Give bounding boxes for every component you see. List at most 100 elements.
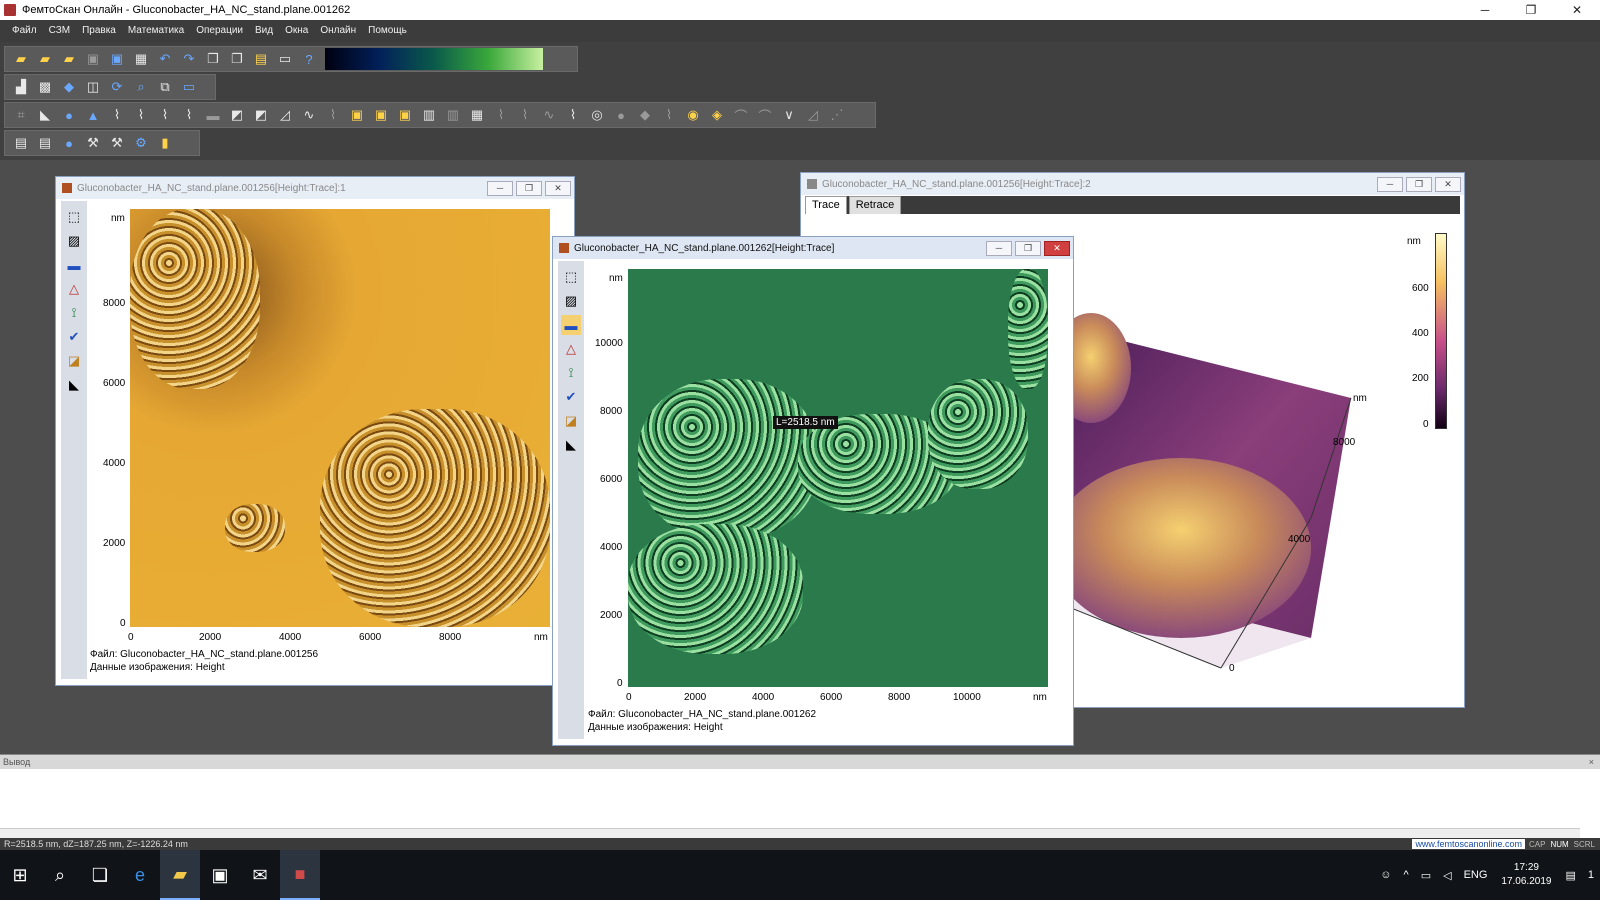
windows-icon[interactable]: ⧉	[154, 77, 176, 97]
store-icon[interactable]: ▣	[200, 850, 240, 900]
volume-icon[interactable]: ◁	[1443, 869, 1451, 882]
tool32-icon[interactable]: ⌒	[754, 105, 776, 125]
minimize-button[interactable]: ─	[1462, 0, 1508, 20]
distance-measurement-label[interactable]: L=2518.5 nm	[773, 416, 838, 429]
task-view-icon[interactable]: ❏	[80, 850, 120, 900]
wave-icon[interactable]: ∿	[298, 105, 320, 125]
tool35-icon[interactable]: ⋰	[826, 105, 848, 125]
histogram-icon[interactable]: ▟	[10, 77, 32, 97]
undo-icon[interactable]: ↶	[154, 49, 176, 69]
tool7-icon[interactable]: ⌇	[154, 105, 176, 125]
tool30-icon[interactable]: ◈	[706, 105, 728, 125]
window-3d-titlebar[interactable]: Gluconobacter_HA_NC_stand.plane.001256[H…	[801, 173, 1464, 195]
refresh-icon[interactable]: ⟳	[106, 77, 128, 97]
close-button[interactable]: ✕	[1554, 0, 1600, 20]
doc-icon[interactable]: ▤	[10, 133, 32, 153]
menu-view[interactable]: Вид	[249, 20, 279, 42]
menu-file[interactable]: Файл	[6, 20, 43, 42]
line-profile-icon[interactable]: ▬	[561, 315, 581, 335]
window-2-close-button[interactable]: ✕	[1044, 240, 1070, 256]
tool34-icon[interactable]: ◿	[802, 105, 824, 125]
tool4-misc-icon[interactable]: ⚒	[82, 133, 104, 153]
redo-icon[interactable]: ↷	[178, 49, 200, 69]
tool8-icon[interactable]: ⌇	[178, 105, 200, 125]
output-panel-close-icon[interactable]: ×	[1589, 757, 1594, 767]
window-2-maximize-button[interactable]: ❐	[1015, 240, 1041, 256]
check-icon[interactable]: ✔	[561, 387, 581, 407]
window-3d-minimize-button[interactable]: ─	[1377, 176, 1403, 192]
palette-gradient[interactable]	[325, 48, 543, 70]
window-1-minimize-button[interactable]: ─	[487, 180, 513, 196]
line-profile-icon[interactable]: ▬	[64, 255, 84, 275]
window-2-minimize-button[interactable]: ─	[986, 240, 1012, 256]
tool22-icon[interactable]: ⌇	[514, 105, 536, 125]
search-icon[interactable]: ⌕	[40, 850, 80, 900]
menu-windows[interactable]: Окна	[279, 20, 314, 42]
save-as-icon[interactable]: ▣	[106, 49, 128, 69]
tool24-icon[interactable]: ⌇	[562, 105, 584, 125]
doc2-icon[interactable]: ▤	[34, 133, 56, 153]
tool11-icon[interactable]: ◩	[250, 105, 272, 125]
tab-retrace[interactable]: Retrace	[848, 196, 902, 214]
tool17-icon[interactable]: ▣	[394, 105, 416, 125]
website-link[interactable]: www.femtoscanonline.com	[1412, 839, 1525, 849]
cube-icon[interactable]: ◆	[58, 77, 80, 97]
clock[interactable]: 17:29 17.06.2019	[1501, 861, 1551, 889]
menu-spm[interactable]: СЗМ	[43, 20, 76, 42]
windows-start-icon[interactable]: ⊞	[0, 850, 40, 900]
image-view-icon[interactable]: ▨	[64, 231, 84, 251]
note-icon[interactable]: ▮	[154, 133, 176, 153]
menu-online[interactable]: Онлайн	[314, 20, 362, 42]
afm-image-2[interactable]: L=2518.5 nm	[628, 269, 1048, 687]
select-rect-icon[interactable]: ⬚	[561, 267, 581, 287]
open-icon[interactable]: ▰	[10, 49, 32, 69]
bars-icon[interactable]: ▥	[418, 105, 440, 125]
clapper-icon[interactable]: ▦	[130, 49, 152, 69]
settings-icon[interactable]: ⚙	[130, 133, 152, 153]
save-icon[interactable]: ▣	[82, 49, 104, 69]
image-icon[interactable]: ▩	[34, 77, 56, 97]
copy2-icon[interactable]: ❐	[226, 49, 248, 69]
folder-icon[interactable]: ▰	[58, 49, 80, 69]
display-icon[interactable]: ▭	[178, 77, 200, 97]
image-view-icon[interactable]: ▨	[561, 291, 581, 311]
tool9-icon[interactable]: ▬	[202, 105, 224, 125]
image-window-1[interactable]: Gluconobacter_HA_NC_stand.plane.001256[H…	[55, 176, 575, 686]
paste-icon[interactable]: ▤	[250, 49, 272, 69]
window-1-titlebar[interactable]: Gluconobacter_HA_NC_stand.plane.001256[H…	[56, 177, 574, 199]
image-window-2[interactable]: Gluconobacter_HA_NC_stand.plane.001262[H…	[552, 236, 1074, 746]
zoom-icon[interactable]: ⌕	[130, 77, 152, 97]
tool2-icon[interactable]: ◣	[34, 105, 56, 125]
tool6-icon[interactable]: ⌇	[130, 105, 152, 125]
menu-math[interactable]: Математика	[122, 20, 190, 42]
tool1-icon[interactable]: ⌗	[10, 105, 32, 125]
tool5-icon[interactable]: ⌇	[106, 105, 128, 125]
print-icon[interactable]: ▭	[274, 49, 296, 69]
window-1-maximize-button[interactable]: ❐	[516, 180, 542, 196]
eraser-icon[interactable]: ◪	[561, 411, 581, 431]
path-icon[interactable]: ⟟	[64, 303, 84, 323]
spiral-icon[interactable]: ◎	[586, 105, 608, 125]
menu-edit[interactable]: Правка	[76, 20, 122, 42]
window-2-titlebar[interactable]: Gluconobacter_HA_NC_stand.plane.001262[H…	[553, 237, 1073, 259]
chat-icon[interactable]: ●	[58, 133, 80, 153]
triangle-icon[interactable]: ▲	[82, 105, 104, 125]
help-icon[interactable]: ?	[298, 49, 320, 69]
frame-icon[interactable]: ◫	[82, 77, 104, 97]
drop-icon[interactable]: ●	[58, 105, 80, 125]
window-3d-maximize-button[interactable]: ❐	[1406, 176, 1432, 192]
path-icon[interactable]: ⟟	[561, 363, 581, 383]
output-horizontal-scrollbar[interactable]	[0, 828, 1580, 838]
people-icon[interactable]: ☺	[1380, 869, 1391, 881]
tray-expand-icon[interactable]: ^	[1404, 869, 1409, 881]
surface-3d-plot[interactable]	[1071, 308, 1371, 688]
tool23-icon[interactable]: ∿	[538, 105, 560, 125]
tool19-icon[interactable]: ▥	[442, 105, 464, 125]
copy-icon[interactable]: ❐	[202, 49, 224, 69]
femtoscan-app-icon[interactable]: ■	[280, 850, 320, 900]
edge-browser-icon[interactable]: e	[120, 850, 160, 900]
tool10-icon[interactable]: ◩	[226, 105, 248, 125]
language-indicator[interactable]: ENG	[1464, 869, 1488, 881]
window-3d-close-button[interactable]: ✕	[1435, 176, 1461, 192]
network-icon[interactable]: ▭	[1421, 869, 1431, 882]
